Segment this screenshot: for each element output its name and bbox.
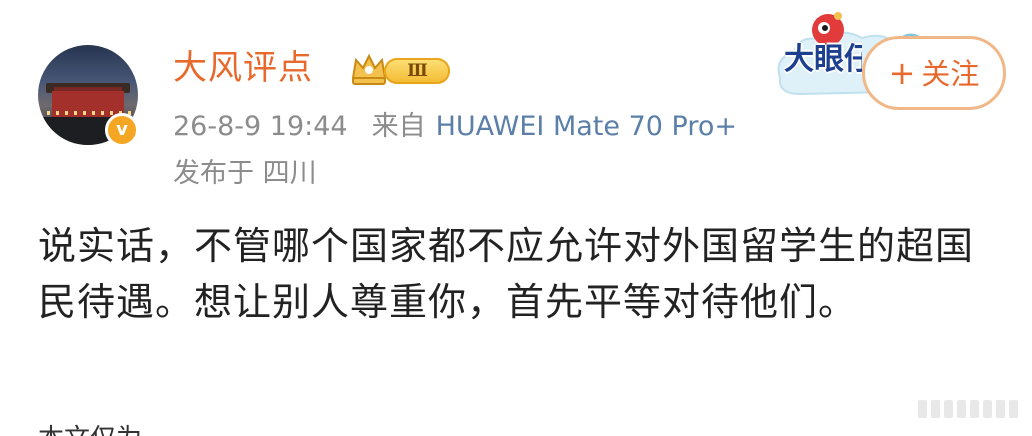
post-next-line: 本文仅为 — [38, 424, 238, 436]
level-badge: Ⅲ — [384, 58, 450, 84]
scroll-indicator-icon — [918, 400, 1018, 418]
post-body: 说实话，不管哪个国家都不应允许对外国留学生的超国民待遇。想让别人尊重你，首先平等… — [38, 224, 975, 324]
post-meta: 26-8-9 19:44 来自 HUAWEI Mate 70 Pro+ — [173, 108, 737, 146]
follow-button[interactable]: + 关注 — [862, 36, 1006, 110]
source-label: 来自 — [371, 111, 426, 142]
author-name[interactable]: 大风评点 — [173, 46, 313, 90]
post-timestamp: 26-8-9 19:44 — [173, 111, 348, 142]
verified-badge-icon: v — [105, 113, 139, 147]
plus-icon: + — [888, 54, 916, 92]
promo-label: 大眼仔 — [784, 42, 862, 77]
post-location: 发布于 四川 — [173, 158, 317, 189]
follow-label: 关注 — [921, 57, 980, 91]
crown-icon — [351, 53, 387, 85]
device-link[interactable]: HUAWEI Mate 70 Pro+ — [436, 111, 737, 142]
